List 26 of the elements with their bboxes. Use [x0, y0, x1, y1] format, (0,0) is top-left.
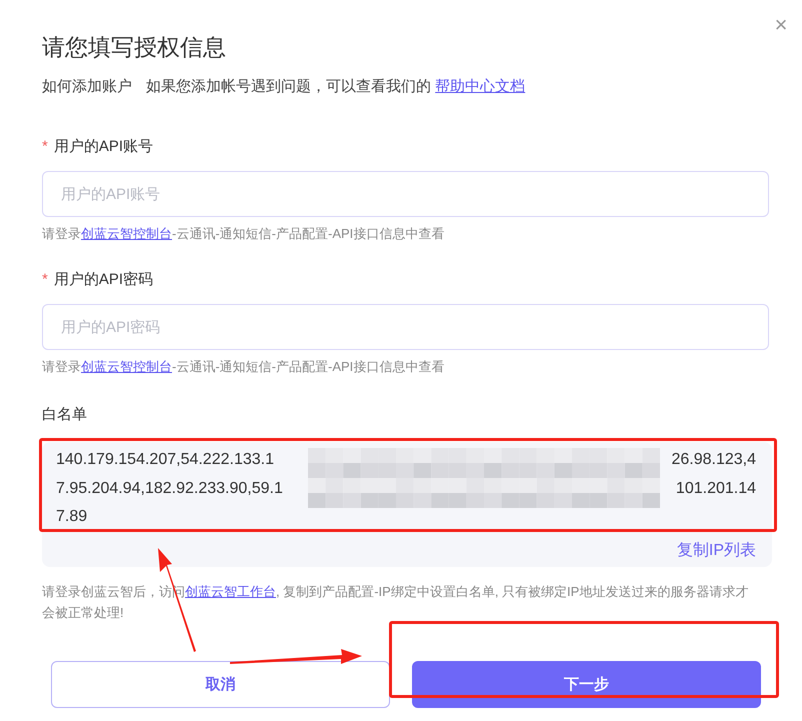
required-mark: *: [42, 270, 48, 290]
hint-text: 请登录创蓝云智控制台-云通讯-通知短信-产品配置-API接口信息中查看: [42, 358, 446, 376]
input-field[interactable]: 用户的API密码: [42, 304, 769, 350]
required-mark: *: [42, 137, 48, 157]
next-button[interactable]: 下一步: [412, 660, 761, 708]
ip-text: 101.201.14: [676, 478, 756, 498]
cancel-button[interactable]: 取消: [51, 660, 390, 708]
add-account-text: 如何添加账户: [42, 77, 132, 97]
console-link[interactable]: 创蓝云智控制台: [81, 359, 172, 374]
input-field[interactable]: 用户的API账号: [42, 171, 769, 217]
hint-text: 请登录创蓝云智控制台-云通讯-通知短信-产品配置-API接口信息中查看: [42, 225, 446, 243]
field-label: 用户的API密码: [54, 270, 154, 290]
ip-text: 7.95.204.94,182.92.233.90,59.1: [56, 478, 283, 498]
dialog-title: 请您填写授权信息: [42, 33, 227, 62]
console-link[interactable]: 创蓝云智工作台: [185, 584, 276, 598]
copy-ip-list-button[interactable]: 复制IP列表: [676, 540, 756, 560]
whitelist-textarea[interactable]: 140.179.154.207,54.222.133.1 26.98.123,4 7.95.204.94,182.92.233.90,59.1 101.201.14 7.89 复制IP列表: [42, 442, 772, 566]
intro-text: 如果您添加帐号遇到问题，可以查看我们的 帮助中心文档: [146, 77, 526, 97]
field-label: 用户的API账号: [54, 137, 154, 157]
ip-text: 26.98.123,4: [671, 450, 756, 470]
ip-text: 140.179.154.207,54.222.133.1: [56, 450, 274, 470]
ip-text: 7.89: [56, 507, 88, 527]
close-button[interactable]: ×: [770, 14, 792, 36]
field-label: 白名单: [42, 405, 88, 425]
help-docs-link[interactable]: 帮助中心文档: [435, 78, 526, 95]
console-link[interactable]: 创蓝云智控制台: [81, 226, 172, 241]
